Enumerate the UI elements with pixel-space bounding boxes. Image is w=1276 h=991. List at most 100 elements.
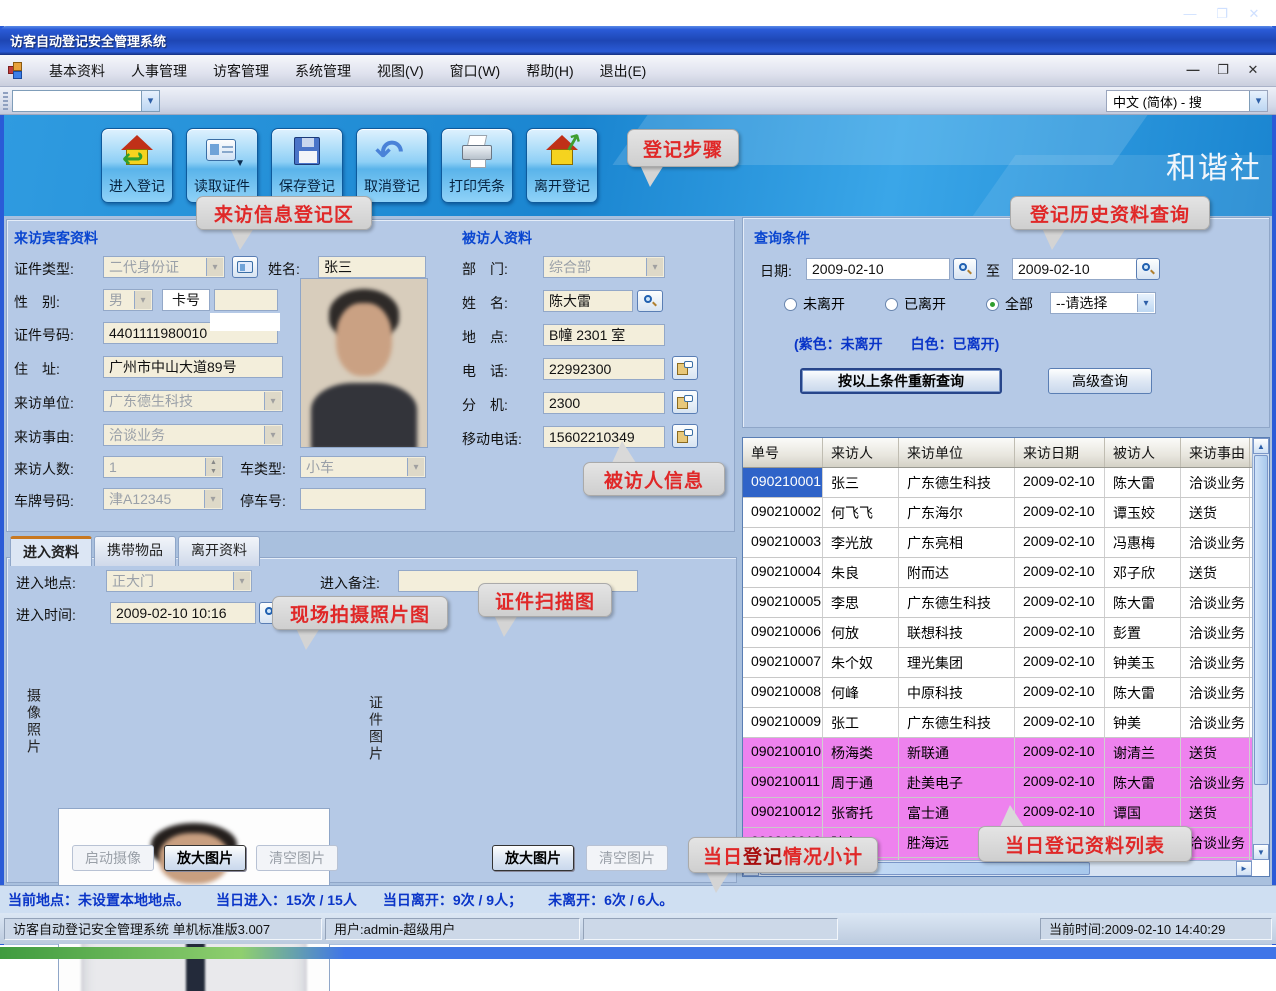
table-cell[interactable]: 洽谈业务 — [1181, 708, 1250, 737]
menu-item-4[interactable]: 视图(V) — [364, 57, 437, 85]
table-cell[interactable]: 090210010 — [743, 738, 823, 767]
table-cell[interactable]: 冯惠梅 — [1105, 528, 1181, 557]
table-cell[interactable]: 2009-02-10 — [1015, 798, 1105, 827]
requery-button[interactable]: 按以上条件重新查询 — [800, 368, 1002, 394]
table-cell[interactable]: 朱良 — [823, 558, 899, 587]
toolbar-button-打印凭条[interactable]: 打印凭条 — [441, 128, 513, 203]
table-cell[interactable]: 2009-02-10 — [1015, 738, 1105, 767]
scroll-right-icon[interactable]: ► — [1236, 861, 1252, 876]
table-cell[interactable]: 广东德生科技 — [899, 468, 1015, 497]
table-cell[interactable]: 广东德生科技 — [899, 588, 1015, 617]
table-cell[interactable]: 2009-02-10 — [1015, 558, 1105, 587]
visitee-search-button[interactable] — [637, 290, 663, 312]
table-cell[interactable]: 李思 — [823, 588, 899, 617]
toolbar-button-保存登记[interactable]: 保存登记 — [271, 128, 343, 203]
toolbar-button-读取证件[interactable]: ▼读取证件 — [186, 128, 258, 203]
minimize-icon[interactable]: — — [1178, 4, 1202, 24]
table-cell[interactable]: 富士通 — [899, 798, 1015, 827]
table-cell[interactable]: 洽谈业务 — [1181, 678, 1250, 707]
date-to-field[interactable]: 2009-02-10 — [1012, 258, 1142, 280]
table-row[interactable]: 090210011周于通赴美电子2009-02-10陈大雷洽谈业务 — [743, 768, 1252, 798]
table-row[interactable]: 090210012张寄托富士通2009-02-10谭国送货 — [743, 798, 1252, 828]
menu-item-5[interactable]: 窗口(W) — [437, 57, 514, 85]
table-cell[interactable]: 张寄托 — [823, 798, 899, 827]
table-cell[interactable]: 谭玉姣 — [1105, 498, 1181, 527]
mdi-minimize-icon[interactable]: — — [1184, 62, 1202, 78]
table-cell[interactable]: 090210007 — [743, 648, 823, 677]
放大图片-button[interactable]: 放大图片 — [492, 845, 574, 871]
date-to-picker-button[interactable] — [1136, 258, 1160, 280]
table-cell[interactable]: 2009-02-10 — [1015, 528, 1105, 557]
table-cell[interactable]: 理光集团 — [899, 648, 1015, 677]
table-cell[interactable]: 090210011 — [743, 768, 823, 797]
mdi-restore-icon[interactable]: ❐ — [1214, 62, 1232, 78]
table-cell[interactable]: 钟美 — [1105, 708, 1181, 737]
table-cell[interactable]: 陈大雷 — [1105, 768, 1181, 797]
language-selector[interactable]: 中文 (简体) - 搜 ▾ — [1106, 90, 1268, 112]
card-reader-button[interactable] — [232, 256, 258, 278]
table-row[interactable]: 090210002何飞飞广东海尔2009-02-10谭玉姣送货 — [743, 498, 1252, 528]
table-row[interactable]: 090210010杨海类新联通2009-02-10谢清兰送货 — [743, 738, 1252, 768]
table-row[interactable]: 090210003李光放广东亮相2009-02-10冯惠梅洽谈业务 — [743, 528, 1252, 558]
table-cell[interactable]: 送货 — [1181, 498, 1250, 527]
scroll-up-icon[interactable]: ▲ — [1253, 438, 1269, 454]
table-cell[interactable]: 090210001 — [743, 468, 823, 497]
table-cell[interactable]: 2009-02-10 — [1015, 498, 1105, 527]
table-row[interactable]: 090210006何放联想科技2009-02-10彭置洽谈业务 — [743, 618, 1252, 648]
column-header-来访事由[interactable]: 来访事由 — [1181, 438, 1250, 467]
phone-field[interactable]: 22992300 — [543, 358, 665, 380]
column-header-来访人[interactable]: 来访人 — [823, 438, 899, 467]
tab-离开资料[interactable]: 离开资料 — [178, 536, 260, 566]
table-cell[interactable]: 杨海类 — [823, 738, 899, 767]
address-field[interactable]: 广州市中山大道89号 — [103, 356, 283, 378]
table-cell[interactable]: 广东亮相 — [899, 528, 1015, 557]
table-cell[interactable]: 洽谈业务 — [1181, 618, 1250, 647]
mdi-close-icon[interactable]: ✕ — [1244, 62, 1262, 78]
mobile-dial-button[interactable] — [672, 424, 698, 448]
radio-全部[interactable]: 全部 — [986, 294, 1033, 314]
table-cell[interactable]: 洽谈业务 — [1181, 468, 1250, 497]
column-header-来访单位[interactable]: 来访单位 — [899, 438, 1015, 467]
table-cell[interactable]: 谭国 — [1105, 798, 1181, 827]
column-header-单号[interactable]: 单号 — [743, 438, 823, 467]
mobile-field[interactable]: 15602210349 — [543, 426, 665, 448]
table-cell[interactable]: 090210012 — [743, 798, 823, 827]
vertical-scrollbar[interactable]: ▲ ▼ — [1252, 438, 1269, 860]
table-row[interactable]: 090210005李思广东德生科技2009-02-10陈大雷洽谈业务 — [743, 588, 1252, 618]
table-cell[interactable]: 周于通 — [823, 768, 899, 797]
close-icon[interactable]: ✕ — [1242, 4, 1266, 24]
table-row[interactable]: 090210007朱个奴理光集团2009-02-10钟美玉洽谈业务 — [743, 648, 1252, 678]
parking-field[interactable] — [300, 488, 426, 510]
restore-icon[interactable]: ❐ — [1210, 4, 1234, 24]
column-header-被访人[interactable]: 被访人 — [1105, 438, 1181, 467]
table-cell[interactable]: 2009-02-10 — [1015, 768, 1105, 797]
table-cell[interactable]: 邓子欣 — [1105, 558, 1181, 587]
table-cell[interactable]: 2009-02-10 — [1015, 618, 1105, 647]
table-cell[interactable]: 朱个奴 — [823, 648, 899, 677]
放大图片-button[interactable]: 放大图片 — [164, 845, 246, 871]
toolstrip-combo[interactable]: ▾ — [12, 90, 160, 112]
column-header-来访日期[interactable]: 来访日期 — [1015, 438, 1105, 467]
table-cell[interactable]: 2009-02-10 — [1015, 648, 1105, 677]
table-cell[interactable]: 送货 — [1181, 738, 1250, 767]
entry-time-field[interactable]: 2009-02-10 10:16 — [110, 602, 256, 624]
visitee-name-field[interactable]: 陈大雷 — [543, 290, 633, 312]
menu-item-1[interactable]: 人事管理 — [118, 57, 200, 85]
table-cell[interactable]: 陈大雷 — [1105, 678, 1181, 707]
menu-item-6[interactable]: 帮助(H) — [513, 57, 586, 85]
table-cell[interactable]: 赴美电子 — [899, 768, 1015, 797]
radio-已离开[interactable]: 已离开 — [885, 294, 946, 314]
menu-item-7[interactable]: 退出(E) — [587, 57, 660, 85]
table-cell[interactable]: 2009-02-10 — [1015, 468, 1105, 497]
gender-combo[interactable]: 男 ▾ — [103, 289, 153, 311]
table-cell[interactable]: 洽谈业务 — [1181, 588, 1250, 617]
table-row[interactable]: 090210004朱良附而达2009-02-10邓子欣送货 — [743, 558, 1252, 588]
visit-place-field[interactable]: B幢 2301 室 — [543, 324, 665, 346]
table-row[interactable]: 090210008何峰中原科技2009-02-10陈大雷洽谈业务 — [743, 678, 1252, 708]
menu-item-2[interactable]: 访客管理 — [200, 57, 282, 85]
spinner-icon[interactable]: ▲▼ — [205, 458, 221, 476]
ext-field[interactable]: 2300 — [543, 392, 665, 414]
table-cell[interactable]: 090210008 — [743, 678, 823, 707]
table-cell[interactable]: 谢清兰 — [1105, 738, 1181, 767]
table-cell[interactable]: 张工 — [823, 708, 899, 737]
